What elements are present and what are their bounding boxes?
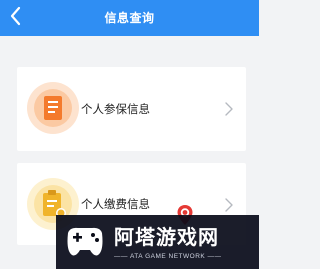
top-bar: 信息查询: [0, 0, 259, 36]
watermark-title: 阿塔游戏网: [114, 225, 219, 249]
chevron-right-icon: [225, 102, 233, 116]
document-icon: [27, 82, 79, 134]
watermark-banner: 阿塔游戏网 —— ATA GAME NETWORK ——: [56, 215, 259, 269]
insurance-info-item[interactable]: 个人参保信息: [17, 67, 246, 151]
watermark-subtitle: —— ATA GAME NETWORK ——: [114, 253, 222, 260]
insurance-info-label: 个人参保信息: [81, 102, 150, 116]
gamepad-icon: [67, 227, 103, 256]
page-title: 信息查询: [104, 11, 155, 25]
chevron-right-icon: [225, 198, 233, 212]
